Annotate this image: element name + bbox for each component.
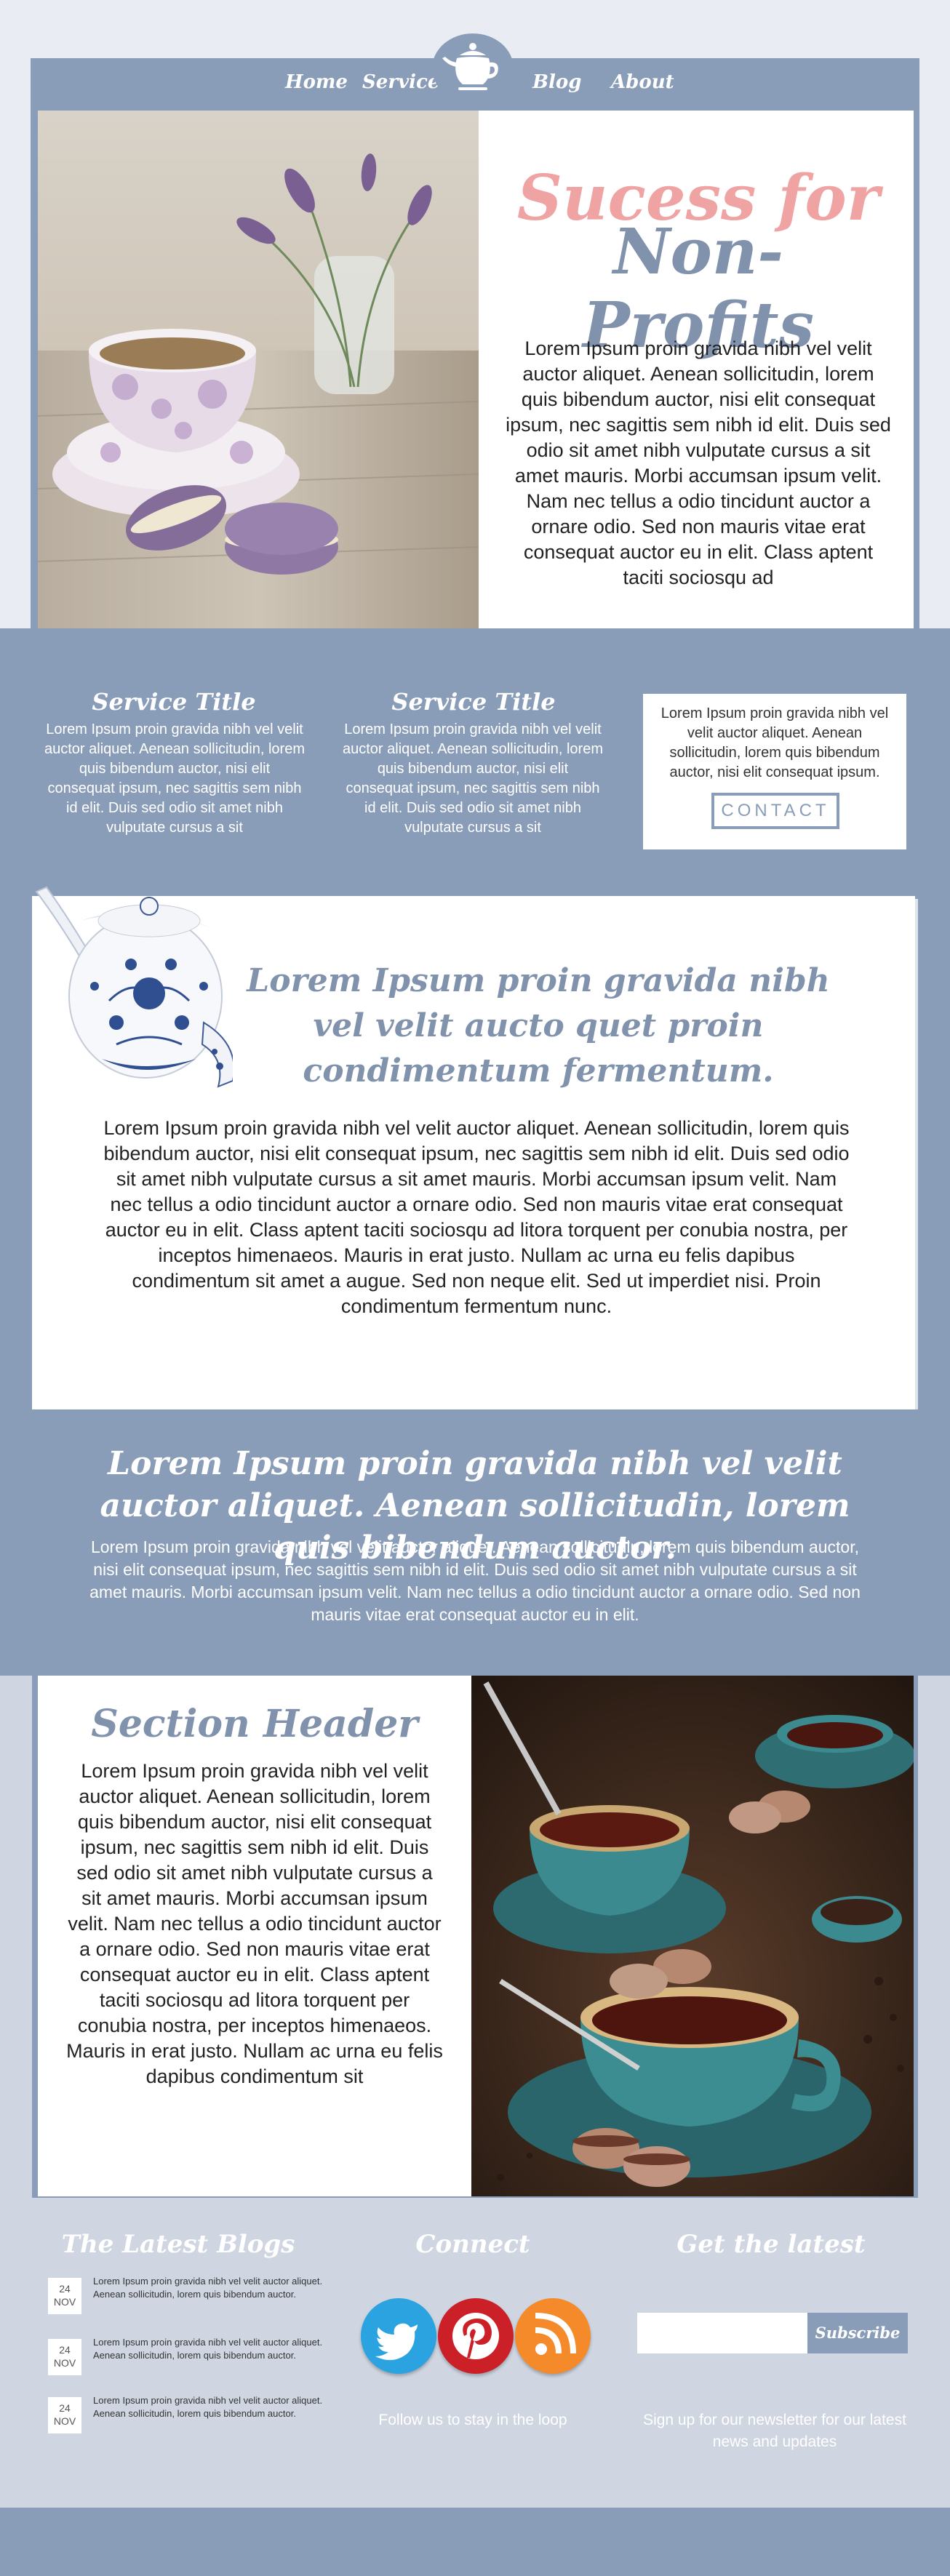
blog-day: 24 xyxy=(59,2344,71,2356)
newsletter-email-input[interactable] xyxy=(637,2313,807,2353)
nav-blog[interactable]: Blog xyxy=(532,71,581,93)
footer-blogs-title: The Latest Blogs xyxy=(61,2230,295,2259)
section-body-text: Lorem Ipsum proin gravida nibh vel velit… xyxy=(66,1760,443,2087)
contact-text: Lorem Ipsum proin gravida nibh vel velit… xyxy=(660,705,889,780)
blog-day: 24 xyxy=(59,2283,71,2295)
subscribe-button[interactable]: Subscribe xyxy=(807,2313,908,2353)
section-photo xyxy=(471,1676,914,2196)
blog-item[interactable]: 24 NOV Lorem Ipsum proin gravida nibh ve… xyxy=(48,2275,322,2319)
blog-date: 24 NOV xyxy=(48,2339,81,2375)
pinterest-icon[interactable] xyxy=(438,2298,514,2374)
blog-day: 24 xyxy=(59,2402,71,2414)
teapot-image xyxy=(29,877,235,1092)
nav-home[interactable]: Home xyxy=(285,71,348,93)
blog-item[interactable]: 24 NOV Lorem Ipsum proin gravida nibh ve… xyxy=(48,2336,322,2380)
blog-text[interactable]: Lorem Ipsum proin gravida nibh vel velit… xyxy=(93,2394,355,2420)
blog-date: 24 NOV xyxy=(48,2278,81,2314)
rss-icon[interactable] xyxy=(515,2298,591,2374)
blog-month: NOV xyxy=(53,2296,76,2308)
service-title-2: Service Title xyxy=(391,688,556,716)
hero-body-text: Lorem Ipsum proin gravida nibh vel velit… xyxy=(506,337,891,588)
footer-connect-title: Connect xyxy=(415,2230,530,2259)
twitter-icon[interactable] xyxy=(361,2298,436,2374)
section-header: Section Header xyxy=(91,1702,418,1746)
teapot-logo[interactable] xyxy=(431,33,515,106)
footer-latest-title: Get the latest xyxy=(676,2230,866,2259)
newsletter-note: Sign up for our newsletter for our lates… xyxy=(643,2412,906,2450)
contact-button[interactable]: CONTACT xyxy=(711,793,839,829)
blog-text[interactable]: Lorem Ipsum proin gravida nibh vel velit… xyxy=(93,2275,355,2301)
connect-note: Follow us to stay in the loop xyxy=(378,2412,567,2428)
nav-about[interactable]: About xyxy=(611,71,674,93)
blog-text[interactable]: Lorem Ipsum proin gravida nibh vel velit… xyxy=(93,2336,355,2362)
service-title-1: Service Title xyxy=(92,688,256,716)
band-body-text: Lorem Ipsum proin gravida nibh vel velit… xyxy=(89,1537,861,1624)
service-text-1: Lorem Ipsum proin gravida nibh vel velit… xyxy=(44,721,305,836)
feature-body-text: Lorem Ipsum proin gravida nibh vel velit… xyxy=(103,1117,850,1317)
blog-date: 24 NOV xyxy=(48,2397,81,2433)
blog-month: NOV xyxy=(53,2357,76,2369)
blog-item[interactable]: 24 NOV Lorem Ipsum proin gravida nibh ve… xyxy=(48,2394,322,2438)
service-text-2: Lorem Ipsum proin gravida nibh vel velit… xyxy=(343,721,603,836)
blog-month: NOV xyxy=(53,2415,76,2427)
hero-photo xyxy=(38,111,479,628)
feature-heading: Lorem Ipsum proin gravida nibh vel velit… xyxy=(247,962,830,1089)
bottom-bar xyxy=(0,2508,950,2576)
